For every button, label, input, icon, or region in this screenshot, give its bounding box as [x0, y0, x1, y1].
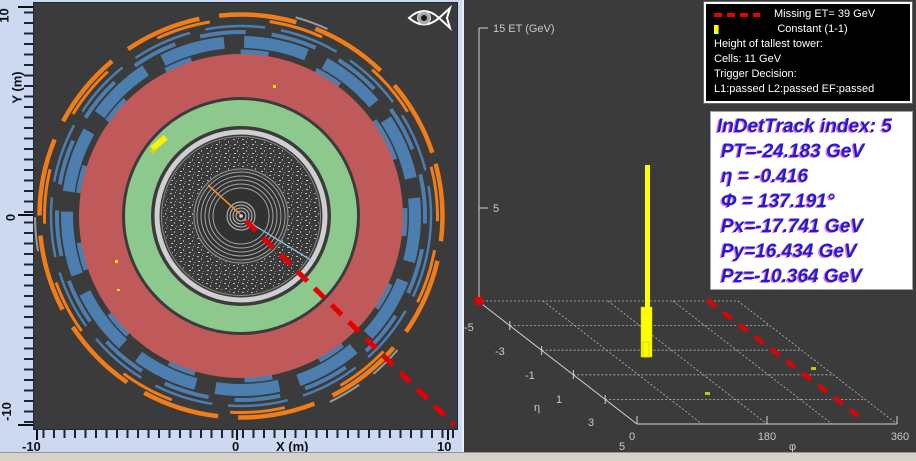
legend-constant: Constant (1-1) — [721, 22, 904, 37]
legend-height: Height of tallest tower: — [714, 37, 904, 52]
svg-text:360: 360 — [891, 431, 909, 443]
y-axis-label: Y (m) — [10, 71, 25, 103]
track-px: Px=-17.741 GeV — [717, 214, 908, 239]
track-eta: η = -0.416 — [717, 164, 908, 189]
track-phi: Φ = 137.191° — [717, 189, 908, 214]
track-pz: Pz=-10.364 GeV — [717, 264, 908, 289]
et-axis-top-label: 15 ET (GeV) — [493, 23, 555, 35]
track-py: Py=16.434 GeV — [717, 239, 908, 264]
svg-text:-5: -5 — [464, 322, 474, 334]
legend-missing-et-row: Missing ET= 39 GeV — [714, 7, 904, 22]
y-major-tick — [18, 6, 33, 8]
legend-cells: Cells: 11 GeV — [714, 52, 904, 67]
svg-text:-1: -1 — [525, 370, 535, 382]
et-tower[interactable] — [641, 165, 652, 357]
track-info-box: InDetTrack index: 5 PT=-24.183 GeV η = -… — [710, 111, 913, 290]
track-pt: PT=-24.183 GeV — [717, 139, 908, 164]
svg-text:0: 0 — [629, 431, 635, 443]
missing-et-dash-icon — [714, 13, 760, 17]
y-major-tick — [18, 214, 33, 216]
status-strip — [0, 452, 916, 461]
detector-cross-section-canvas[interactable] — [33, 2, 458, 430]
y-major-tick — [18, 424, 33, 426]
lego-grid — [478, 301, 897, 424]
beam-spot — [239, 214, 243, 218]
track-info-title: InDetTrack index: 5 — [717, 114, 908, 139]
legend-trigger-status: L1:passed L2:passed EF:passed — [714, 82, 904, 97]
legend-trigger: Trigger Decision: — [714, 67, 904, 82]
yx-projection-panel: 10 Y (m) 0 -10 -10 0 X (m) 10 — [0, 0, 462, 452]
eta-axis-title: η — [534, 402, 540, 414]
svg-text:-3: -3 — [495, 346, 505, 358]
constant-bar-icon — [714, 25, 719, 34]
legend-missing-et: Missing ET= 39 GeV — [774, 7, 904, 22]
phi-axis-title: φ — [789, 441, 796, 452]
legend-constant-row: Constant (1-1) — [714, 22, 904, 37]
y-axis-tick-10: 10 — [0, 8, 12, 22]
lego-origin-marker — [475, 297, 483, 305]
small-cell-hits — [705, 367, 816, 395]
fisheye-icon — [409, 8, 450, 28]
svg-text:3: 3 — [588, 417, 594, 429]
svg-text:1: 1 — [556, 394, 562, 406]
svg-text:180: 180 — [758, 431, 776, 443]
y-axis-tick-neg10: -10 — [0, 402, 14, 421]
legend-box: Missing ET= 39 GeV Constant (1-1) Height… — [704, 2, 912, 103]
svg-text:5: 5 — [619, 441, 625, 452]
detector-cross-section — [34, 3, 457, 429]
missing-et-line-lego[interactable] — [707, 300, 861, 418]
y-axis-tick-0: 0 — [3, 214, 18, 221]
et-axis-mid-label: 5 — [493, 203, 499, 215]
